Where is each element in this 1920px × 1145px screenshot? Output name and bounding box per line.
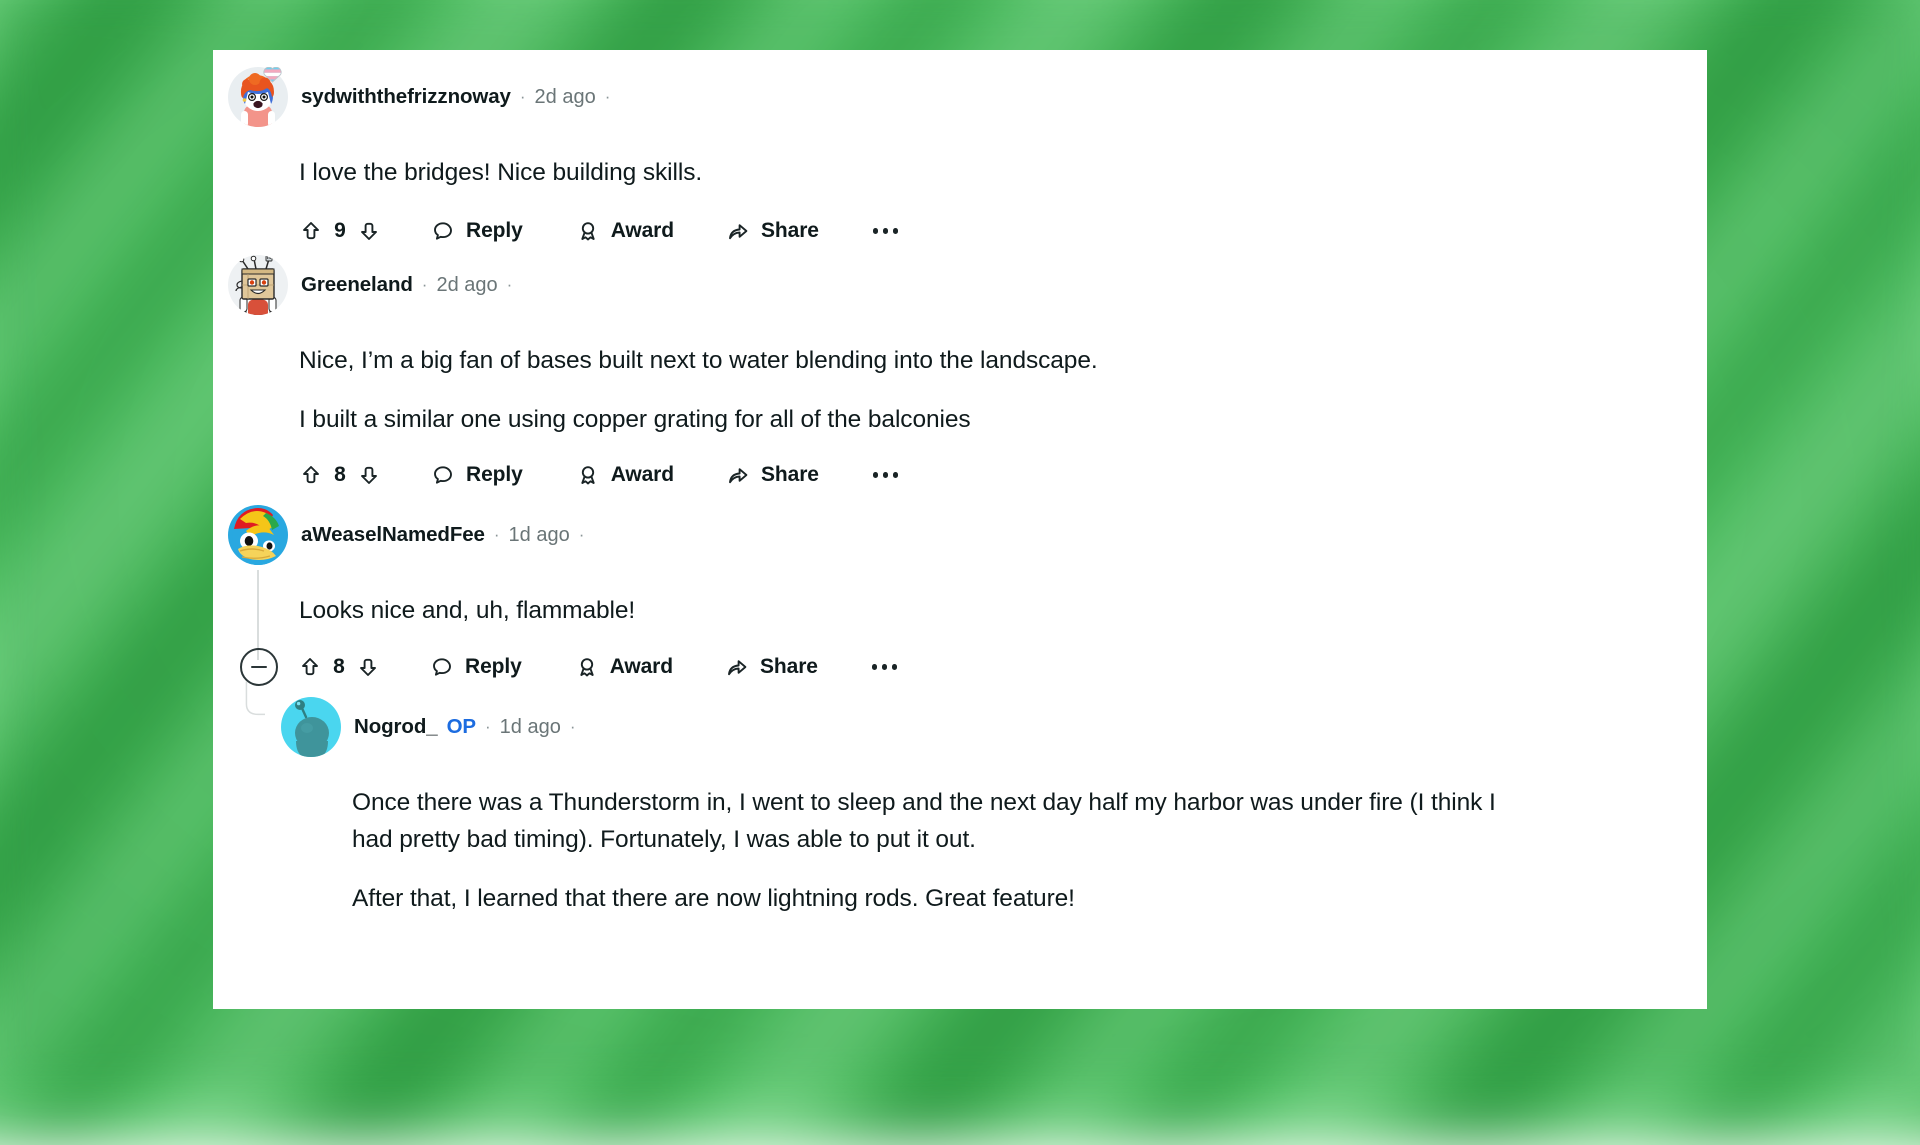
comment-header: Greeneland · 2d ago ·: [228, 254, 512, 316]
comment-body: Nice, I’m a big fan of bases built next …: [299, 342, 1549, 438]
reply-button[interactable]: Reply: [430, 655, 522, 679]
share-label: Share: [760, 655, 818, 679]
meta-separator: ·: [570, 718, 576, 735]
comment-body: Looks nice and, uh, flammable!: [299, 592, 1529, 629]
comment-timestamp: 2d ago: [436, 275, 497, 295]
share-button[interactable]: Share: [725, 655, 818, 679]
award-ribbon-icon: [576, 219, 600, 243]
downvote-arrow-icon[interactable]: [357, 219, 381, 243]
ellipsis-dot: [883, 472, 888, 477]
avatar[interactable]: [228, 255, 288, 315]
ellipsis-dot: [893, 228, 898, 233]
share-arrow-icon: [726, 219, 750, 243]
share-arrow-icon: [725, 655, 749, 679]
avatar[interactable]: [228, 505, 288, 565]
award-ribbon-icon: [575, 655, 599, 679]
share-arrow-icon: [726, 463, 750, 487]
comment-header: aWeaselNamedFee · 1d ago ·: [228, 504, 584, 566]
ellipsis-dot: [882, 664, 887, 669]
upvote-arrow-icon[interactable]: [298, 655, 322, 679]
comment-meta: Greeneland · 2d ago ·: [301, 275, 512, 296]
vote-group: 8: [299, 463, 381, 487]
downvote-arrow-icon[interactable]: [357, 463, 381, 487]
comment-meta: Nogrod_ OP · 1d ago ·: [354, 717, 576, 738]
meta-separator: ·: [494, 526, 500, 543]
upvote-arrow-icon[interactable]: [299, 219, 323, 243]
vote-count: 8: [333, 655, 345, 679]
more-options-button[interactable]: [870, 656, 900, 677]
reply-button[interactable]: Reply: [431, 463, 523, 487]
comment-author[interactable]: Greeneland: [301, 275, 413, 296]
ellipsis-dot: [873, 472, 878, 477]
award-ribbon-icon: [576, 463, 600, 487]
award-button[interactable]: Award: [576, 219, 674, 243]
comment-meta: sydwiththefrizznoway · 2d ago ·: [301, 87, 610, 108]
meta-separator: ·: [579, 526, 585, 543]
comment-header: sydwiththefrizznoway · 2d ago ·: [228, 66, 610, 128]
op-badge: OP: [447, 717, 476, 738]
vote-group: 8: [298, 655, 380, 679]
comment-paragraph: I love the bridges! Nice building skills…: [299, 154, 1529, 191]
comment-author[interactable]: Nogrod_: [354, 717, 438, 738]
comment-timestamp: 1d ago: [500, 717, 561, 737]
meta-separator: ·: [485, 718, 491, 735]
comment-header: Nogrod_ OP · 1d ago ·: [281, 696, 576, 758]
comment-action-bar: 9 Reply Awa: [299, 204, 900, 258]
more-options-button[interactable]: [871, 464, 901, 485]
ellipsis-dot: [873, 228, 878, 233]
meta-separator: ·: [520, 88, 526, 105]
more-options-button[interactable]: [871, 220, 901, 241]
vote-group: 9: [299, 219, 381, 243]
comment-paragraph: After that, I learned that there are now…: [352, 880, 1542, 917]
comment-body: Once there was a Thunderstorm in, I went…: [352, 784, 1542, 918]
reply-label: Reply: [466, 463, 523, 487]
award-label: Award: [610, 655, 673, 679]
comments-card: sydwiththefrizznoway · 2d ago · I love t…: [213, 50, 1707, 1009]
comment-paragraph: I built a similar one using copper grati…: [299, 401, 1549, 438]
comment-author[interactable]: sydwiththefrizznoway: [301, 87, 511, 108]
meta-separator: ·: [422, 276, 428, 293]
ellipsis-dot: [892, 664, 897, 669]
comment-body: I love the bridges! Nice building skills…: [299, 154, 1529, 191]
reply-label: Reply: [465, 655, 522, 679]
comment-timestamp: 1d ago: [509, 525, 570, 545]
comment-action-bar: 8 Reply Awa: [240, 640, 899, 694]
share-button[interactable]: Share: [726, 463, 819, 487]
share-button[interactable]: Share: [726, 219, 819, 243]
meta-separator: ·: [605, 88, 611, 105]
avatar[interactable]: [281, 697, 341, 757]
comment-paragraph: Nice, I’m a big fan of bases built next …: [299, 342, 1549, 379]
reply-button[interactable]: Reply: [431, 219, 523, 243]
award-label: Award: [611, 463, 674, 487]
award-button[interactable]: Award: [576, 463, 674, 487]
award-label: Award: [611, 219, 674, 243]
collapse-thread-button[interactable]: [240, 648, 278, 686]
comment-timestamp: 2d ago: [535, 87, 596, 107]
share-label: Share: [761, 463, 819, 487]
ellipsis-dot: [872, 664, 877, 669]
downvote-arrow-icon[interactable]: [356, 655, 380, 679]
vote-count: 9: [334, 219, 346, 243]
comment-paragraph: Looks nice and, uh, flammable!: [299, 592, 1529, 629]
comment-bubble-icon: [431, 463, 455, 487]
share-label: Share: [761, 219, 819, 243]
meta-separator: ·: [507, 276, 513, 293]
comment-bubble-icon: [430, 655, 454, 679]
award-button[interactable]: Award: [575, 655, 673, 679]
comment-paragraph: Once there was a Thunderstorm in, I went…: [352, 784, 1542, 858]
ellipsis-dot: [893, 472, 898, 477]
reply-label: Reply: [466, 219, 523, 243]
collapse-minus-icon: [251, 666, 267, 668]
avatar[interactable]: [228, 67, 288, 127]
comment-meta: aWeaselNamedFee · 1d ago ·: [301, 525, 584, 546]
comment-action-bar: 8 Reply Awa: [299, 448, 900, 502]
comment-bubble-icon: [431, 219, 455, 243]
comment-author[interactable]: aWeaselNamedFee: [301, 525, 485, 546]
upvote-arrow-icon[interactable]: [299, 463, 323, 487]
ellipsis-dot: [883, 228, 888, 233]
vote-count: 8: [334, 463, 346, 487]
